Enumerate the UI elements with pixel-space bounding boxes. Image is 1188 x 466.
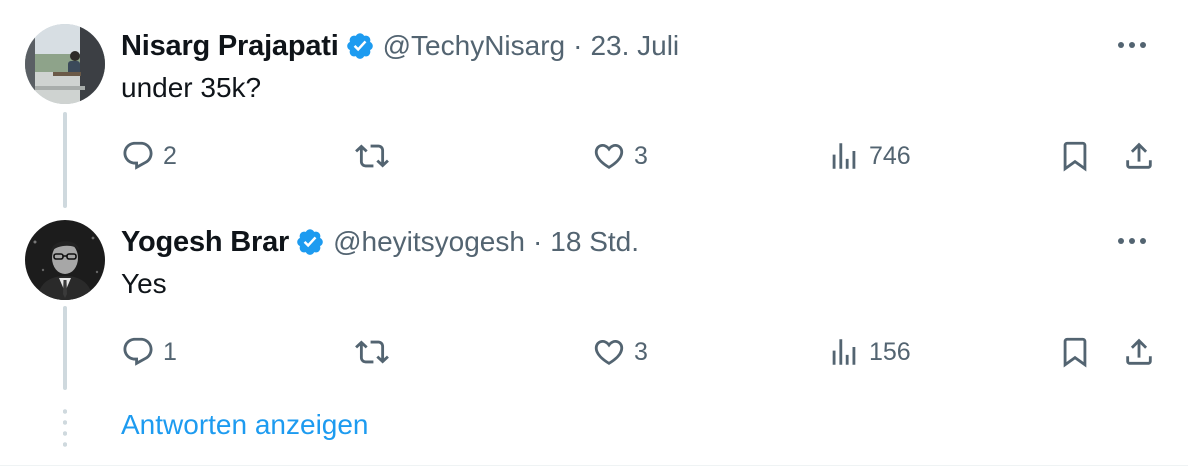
reply-button[interactable]: 2 <box>121 136 177 176</box>
timestamp[interactable]: 18 Std. <box>550 226 639 258</box>
share-icon <box>1126 338 1152 365</box>
avatar[interactable] <box>25 220 105 300</box>
display-name[interactable]: Nisarg Prajapati <box>121 30 339 63</box>
like-button[interactable]: 3 <box>592 332 648 372</box>
reply-count: 2 <box>163 141 177 170</box>
tweet-header: Nisarg Prajapati @TechyNisarg · 23. Juli <box>121 28 679 64</box>
more-horizontal-icon <box>1118 238 1146 244</box>
retweet-button[interactable] <box>355 136 397 176</box>
views-count: 156 <box>869 337 911 366</box>
show-replies-link[interactable]: Antworten anzeigen <box>0 392 1188 466</box>
like-count: 3 <box>634 141 648 170</box>
views-icon <box>832 143 856 169</box>
retweet-icon <box>355 340 389 364</box>
verified-badge-icon[interactable] <box>345 31 375 61</box>
action-bar: 1 3 156 <box>0 332 1188 372</box>
user-handle[interactable]: @TechyNisarg <box>383 30 565 62</box>
more-options-button[interactable] <box>1114 30 1150 60</box>
bookmark-icon <box>1063 337 1087 368</box>
tweet-text: under 35k? <box>121 72 262 103</box>
tweet-text: Yes <box>121 268 167 299</box>
bookmark-button[interactable] <box>1058 332 1092 372</box>
reply-thread: Nisarg Prajapati @TechyNisarg · 23. Juli… <box>0 0 1188 466</box>
reply-icon <box>123 141 153 170</box>
more-horizontal-icon <box>1118 42 1146 48</box>
bookmark-icon <box>1063 141 1087 172</box>
user-handle[interactable]: @heyitsyogesh <box>333 226 525 258</box>
reply-button[interactable]: 1 <box>121 332 177 372</box>
bookmark-button[interactable] <box>1058 136 1092 176</box>
avatar-photo <box>25 24 105 104</box>
share-icon <box>1126 142 1152 169</box>
more-options-button[interactable] <box>1114 226 1150 256</box>
separator-dot: · <box>532 226 543 257</box>
retweet-icon <box>355 144 389 168</box>
share-button[interactable] <box>1122 332 1156 372</box>
tweet[interactable]: Nisarg Prajapati @TechyNisarg · 23. Juli… <box>0 0 1188 208</box>
verified-badge-icon[interactable] <box>295 227 325 257</box>
views-button[interactable]: 746 <box>827 136 911 176</box>
show-replies-label[interactable]: Antworten anzeigen <box>121 409 369 441</box>
heart-icon <box>594 143 624 169</box>
avatar[interactable] <box>25 24 105 104</box>
display-name[interactable]: Yogesh Brar <box>121 226 289 259</box>
tweet[interactable]: Yogesh Brar @heyitsyogesh · 18 Std. Yes … <box>0 196 1188 392</box>
share-button[interactable] <box>1122 136 1156 176</box>
views-button[interactable]: 156 <box>827 332 911 372</box>
views-count: 746 <box>869 141 911 170</box>
like-count: 3 <box>634 337 648 366</box>
heart-icon <box>594 339 624 365</box>
action-bar: 2 3 746 <box>0 136 1188 176</box>
reply-count: 1 <box>163 337 177 366</box>
separator-dot: · <box>573 30 583 61</box>
dotted-thread-line <box>63 406 67 450</box>
views-icon <box>832 339 856 365</box>
reply-icon <box>123 337 153 366</box>
avatar-photo <box>25 220 105 300</box>
tweet-header: Yogesh Brar @heyitsyogesh · 18 Std. <box>121 224 639 260</box>
retweet-button[interactable] <box>355 332 397 372</box>
timestamp[interactable]: 23. Juli <box>590 30 679 62</box>
like-button[interactable]: 3 <box>592 136 648 176</box>
